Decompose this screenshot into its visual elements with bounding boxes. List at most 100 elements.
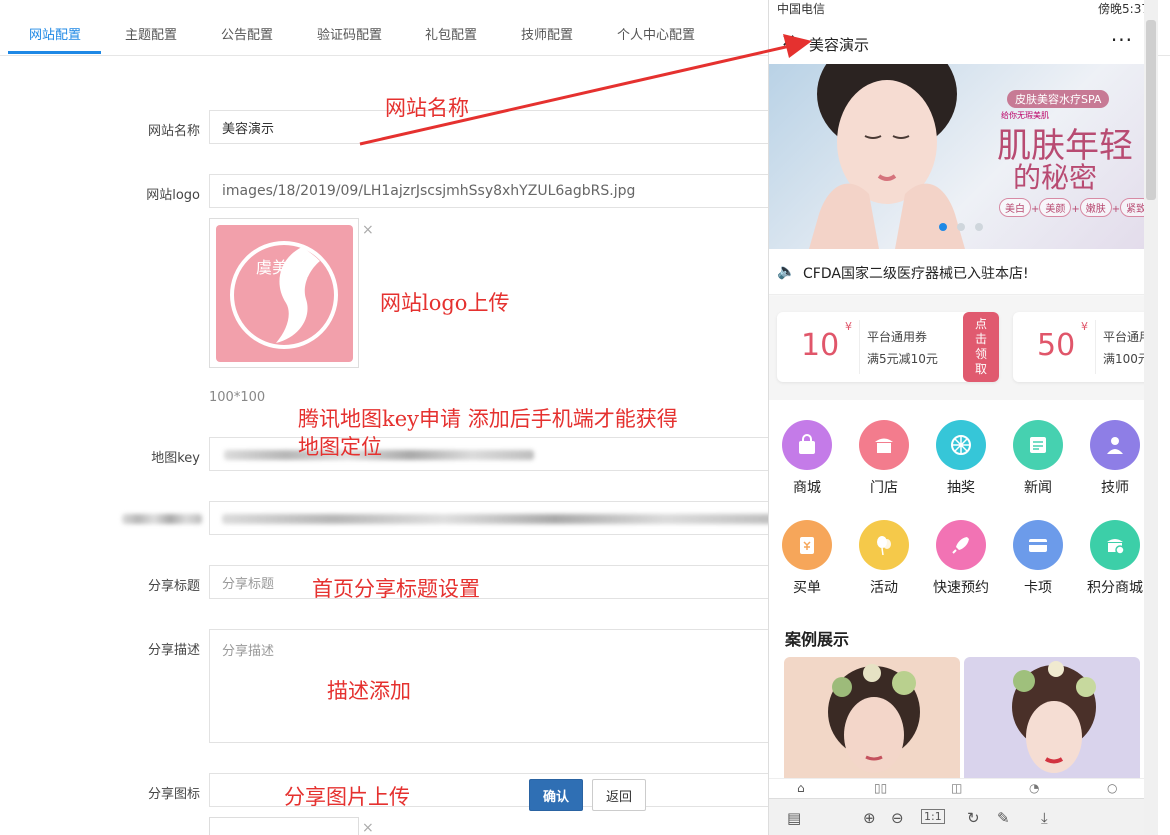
store-icon	[859, 420, 909, 470]
banner-carousel[interactable]: 皮肤美容水疗SPA 给你无瑕美肌 肌肤年轻 的秘密 美白 + 美颜 + 嫩肤 + 紧致	[769, 64, 1145, 249]
case-card[interactable]	[784, 657, 960, 787]
tab-gift-config[interactable]: 礼包配置	[425, 24, 477, 43]
tab-theme-config[interactable]: 主题配置	[125, 24, 177, 43]
edit-icon[interactable]: ✎	[997, 809, 1010, 827]
redacted-url-input[interactable]	[209, 501, 809, 535]
annotation-logo-upload: 网站logo上传	[380, 291, 510, 315]
grid-item-quick-booking[interactable]: 快速预约	[928, 520, 994, 597]
share-title-label: 分享标题	[147, 579, 200, 594]
coupon-name: 平台通用券	[867, 330, 928, 344]
share-icon-preview	[209, 817, 359, 835]
active-tab-indicator	[8, 51, 101, 54]
thumbnail-icon[interactable]: ▤	[787, 809, 801, 827]
remove-logo-icon[interactable]: ×	[362, 222, 374, 238]
redacted-label	[122, 514, 202, 524]
banner-pill: 嫩肤	[1079, 198, 1112, 217]
site-name-label: 网站名称	[147, 124, 200, 139]
logo-preview: 虞美人	[209, 218, 359, 368]
share-icon-label: 分享图标	[147, 787, 200, 802]
back-button[interactable]: 返回	[592, 779, 646, 811]
rocket-icon	[936, 520, 986, 570]
category-icon[interactable]: ▯▯	[874, 781, 887, 795]
grid-item-label: 技师	[1101, 480, 1129, 496]
coupon-row: 10 ¥ 平台通用券 满5元减10元 点击领取 50 ¥ 平台通用 满100元	[769, 296, 1158, 400]
carousel-dot[interactable]	[957, 223, 965, 231]
currency-symbol: ¥	[1081, 320, 1088, 333]
grid-item-label: 积分商城	[1087, 580, 1143, 596]
grid-item-label: 活动	[870, 580, 898, 596]
grid-item-activity[interactable]: 活动	[851, 520, 917, 597]
rotate-icon[interactable]: ↻	[967, 809, 980, 827]
mobile-navbar: ✕ 美容演示 ···	[769, 16, 1158, 64]
logo-path-input[interactable]: images/18/2019/09/LH1ajzrJscsjmhSsy8xhYZ…	[209, 174, 809, 208]
card-icon	[1013, 520, 1063, 570]
image-viewer-toolbar: ▤ ⊕ ⊖ 1:1 ↻ ✎ ⤓	[769, 798, 1158, 835]
download-icon[interactable]: ⤓	[1041, 809, 1048, 827]
annotation-site-name: 网站名称	[385, 96, 469, 120]
close-icon[interactable]: ✕	[781, 31, 796, 52]
grid-item-store[interactable]: 门店	[851, 420, 917, 497]
home-icon[interactable]: ⌂	[797, 781, 805, 795]
grid-item-label: 门店	[870, 480, 898, 496]
share-desc-textarea[interactable]: 分享描述	[209, 629, 809, 743]
case-card[interactable]	[964, 657, 1140, 787]
map-key-label: 地图key	[151, 451, 200, 466]
grid-item-card[interactable]: 卡项	[1005, 520, 1071, 597]
logo-text: 虞美人	[256, 258, 304, 277]
notice-text: CFDA国家二级医疗器械已入驻本店!	[803, 266, 1029, 282]
grid-item-label: 快速预约	[933, 580, 989, 596]
case-image	[1012, 661, 1096, 773]
share-desc-label: 分享描述	[147, 643, 200, 658]
site-name-input[interactable]: 美容演示	[209, 110, 809, 144]
tab-technician-config[interactable]: 技师配置	[521, 24, 573, 43]
annotation-share-desc: 描述添加	[327, 679, 411, 703]
remove-share-icon-icon[interactable]: ×	[362, 820, 374, 835]
points-store-icon	[1090, 520, 1140, 570]
grid-item-technician[interactable]: 技师	[1082, 420, 1148, 497]
carousel-dot[interactable]	[975, 223, 983, 231]
zoom-out-icon[interactable]: ⊖	[891, 809, 904, 827]
coupon-card[interactable]: 10 ¥ 平台通用券 满5元减10元 点击领取	[777, 312, 999, 382]
tab-captcha-config[interactable]: 验证码配置	[317, 24, 382, 43]
banner-pill: 美颜	[1039, 198, 1072, 217]
coupon-amount: 50	[1037, 328, 1076, 363]
banner-pill: 紧致	[1120, 198, 1145, 217]
notice-bar[interactable]: 🔈 CFDA国家二级医疗器械已入驻本店!	[769, 249, 1158, 295]
grid-item-bill[interactable]: 买单	[774, 520, 840, 597]
claim-coupon-button[interactable]: 点击领取	[963, 312, 999, 382]
logo-label: 网站logo	[146, 188, 200, 203]
profile-icon[interactable]: ○	[1107, 781, 1117, 795]
grid-item-lottery[interactable]: 抽奖	[928, 420, 994, 497]
grid-item-news[interactable]: 新闻	[1005, 420, 1071, 497]
message-icon[interactable]: ◫	[951, 781, 962, 795]
shopping-bag-icon	[782, 420, 832, 470]
share-title-input[interactable]: 分享标题	[209, 565, 809, 599]
claim-coupon-label: 点击领取	[974, 317, 987, 376]
screenshot-root: 网站配置 主题配置 公告配置 验证码配置 礼包配置 技师配置 个人中心配置 网站…	[0, 0, 1170, 835]
banner-tag: 皮肤美容水疗SPA	[1007, 90, 1110, 108]
zoom-in-icon[interactable]: ⊕	[863, 809, 876, 827]
grid-item-label: 新闻	[1024, 480, 1052, 496]
coupon-divider	[859, 320, 860, 374]
actual-size-icon[interactable]: 1:1	[921, 809, 945, 824]
bill-icon	[782, 520, 832, 570]
grid-item-mall[interactable]: 商城	[774, 420, 840, 497]
tab-user-center-config[interactable]: 个人中心配置	[617, 24, 695, 43]
tab-site-config[interactable]: 网站配置	[29, 24, 81, 43]
logo-emblem-icon: 虞美人	[230, 241, 338, 349]
scrollbar[interactable]	[1144, 0, 1158, 835]
tab-notice-config[interactable]: 公告配置	[221, 24, 273, 43]
banner-pill: 美白	[999, 198, 1031, 217]
more-icon[interactable]: ···	[1111, 28, 1133, 52]
grid-item-points-mall[interactable]: 积分商城	[1082, 520, 1148, 597]
redacted-value	[222, 514, 777, 524]
balloon-icon	[859, 520, 909, 570]
news-icon	[1013, 420, 1063, 470]
carousel-dot[interactable]	[939, 223, 947, 231]
status-bar: 中国电信 傍晚5:37	[769, 0, 1158, 16]
case-showcase: 案例展示	[769, 610, 1158, 787]
scrollbar-thumb[interactable]	[1146, 20, 1156, 200]
coupon-card[interactable]: 50 ¥ 平台通用 满100元	[1013, 312, 1158, 382]
clock-icon[interactable]: ◔	[1029, 781, 1039, 795]
confirm-button[interactable]: 确认	[529, 779, 583, 811]
